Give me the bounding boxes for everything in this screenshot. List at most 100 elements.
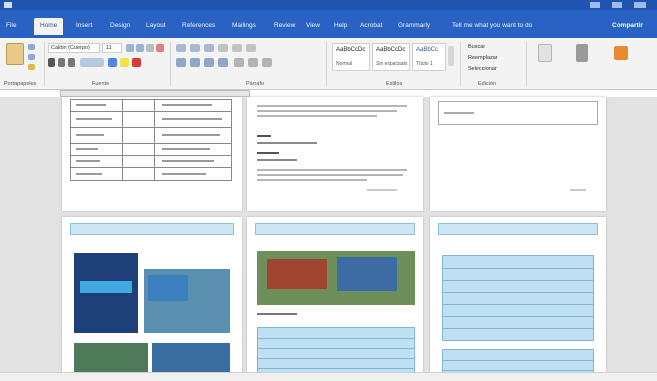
format-painter-icon[interactable] xyxy=(28,64,35,70)
text-line xyxy=(257,110,397,112)
underline-icon[interactable] xyxy=(68,58,75,67)
close-icon[interactable] xyxy=(634,2,646,8)
share-button[interactable]: Compartir xyxy=(612,22,643,29)
justify-icon[interactable] xyxy=(218,58,228,67)
strikethrough-subscript-icons[interactable] xyxy=(80,58,104,67)
align-center-icon[interactable] xyxy=(190,58,200,67)
bullets-icon[interactable] xyxy=(176,44,186,52)
paste-icon[interactable] xyxy=(6,43,24,65)
style-heading-1[interactable]: AaBbCc Título 1 xyxy=(412,43,446,71)
tab-help[interactable]: Help xyxy=(334,22,347,29)
select-button[interactable]: Seleccionar xyxy=(468,66,497,72)
clear-formatting-icon[interactable] xyxy=(156,44,164,52)
shading-icon[interactable] xyxy=(248,58,258,67)
font-name-select[interactable]: Calibri (Cuerpo) xyxy=(48,43,100,53)
tab-design[interactable]: Design xyxy=(110,22,130,29)
text-line xyxy=(76,104,106,106)
page-thumbnail-5[interactable] xyxy=(247,217,423,381)
tab-references[interactable]: References xyxy=(182,22,215,29)
text-line xyxy=(76,160,100,162)
style-heading-label: Título 1 xyxy=(416,61,433,67)
group-label-styles: Estilos xyxy=(386,81,403,87)
decrease-indent-icon[interactable] xyxy=(218,44,228,52)
font-color-icon[interactable] xyxy=(132,58,141,67)
text-line xyxy=(367,189,397,191)
sort-icon[interactable] xyxy=(246,44,256,52)
group-separator xyxy=(326,42,327,86)
replace-button[interactable]: Reemplazar xyxy=(468,55,498,61)
text-line xyxy=(162,173,206,175)
text-line xyxy=(76,148,98,150)
status-bar xyxy=(0,372,657,381)
borders-icon[interactable] xyxy=(262,58,272,67)
tell-me-box[interactable]: Tell me what you want to do xyxy=(452,22,532,29)
tab-grammarly[interactable]: Grammarly xyxy=(398,22,430,29)
group-label-paragraph: Párrafo xyxy=(246,81,265,87)
text-line xyxy=(257,115,377,117)
tab-layout[interactable]: Layout xyxy=(146,22,166,29)
table-divider xyxy=(70,143,232,144)
page-thumbnail-4[interactable] xyxy=(62,217,242,381)
group-label-editing: Edición xyxy=(478,81,497,87)
document-workspace[interactable] xyxy=(0,97,657,381)
text-line xyxy=(257,105,407,107)
text-effects-icon[interactable] xyxy=(108,58,117,67)
numbering-icon[interactable] xyxy=(190,44,200,52)
text-line xyxy=(257,135,271,137)
align-left-icon[interactable] xyxy=(176,58,186,67)
editor-icon[interactable] xyxy=(576,44,588,62)
line-spacing-icon[interactable] xyxy=(234,58,244,67)
photo-detail xyxy=(337,257,397,291)
ribbon-tab-bar: File Home Insert Design Layout Reference… xyxy=(0,10,657,38)
ribbon-home: Portapapeles Calibri (Cuerpo) 11 Fuente … xyxy=(0,38,657,90)
change-case-icon[interactable] xyxy=(146,44,154,52)
text-line xyxy=(76,173,102,175)
align-right-icon[interactable] xyxy=(204,58,214,67)
increase-indent-icon[interactable] xyxy=(232,44,242,52)
page-header-band xyxy=(255,223,415,235)
font-size-value: 11 xyxy=(106,45,112,51)
tab-mailings[interactable]: Mailings xyxy=(232,22,256,29)
text-line xyxy=(76,134,104,136)
bold-icon[interactable] xyxy=(48,58,55,67)
italic-icon[interactable] xyxy=(58,58,65,67)
tab-file[interactable]: File xyxy=(6,22,16,29)
grow-font-icon[interactable] xyxy=(126,44,134,52)
cut-icon[interactable] xyxy=(28,44,35,50)
page-thumbnail-3[interactable] xyxy=(430,97,606,211)
dictate-icon[interactable] xyxy=(538,44,552,62)
highlight-color-icon[interactable] xyxy=(120,58,129,67)
group-label-clipboard: Portapapeles xyxy=(4,81,37,87)
minimize-icon[interactable] xyxy=(590,2,600,8)
multilevel-list-icon[interactable] xyxy=(204,44,214,52)
page-thumbnail-6[interactable] xyxy=(430,217,606,381)
page-thumbnail-2[interactable] xyxy=(247,97,423,211)
text-line xyxy=(162,104,212,106)
table-divider xyxy=(70,155,232,156)
find-button[interactable]: Buscar xyxy=(468,44,485,50)
style-heading-preview: AaBbCc xyxy=(416,47,439,53)
shrink-font-icon[interactable] xyxy=(136,44,144,52)
copy-icon[interactable] xyxy=(28,54,35,60)
text-line xyxy=(76,118,112,120)
style-normal[interactable]: AaBbCcDc Normal xyxy=(332,43,370,71)
horizontal-ruler[interactable] xyxy=(60,90,250,97)
tab-insert[interactable]: Insert xyxy=(76,22,92,29)
tab-acrobat[interactable]: Acrobat xyxy=(360,22,382,29)
tab-review[interactable]: Review xyxy=(274,22,295,29)
style-no-spacing[interactable]: AaBbCcDc Sin espaciado xyxy=(372,43,410,71)
style-normal-label: Normal xyxy=(336,61,353,67)
grammarly-open-icon[interactable] xyxy=(614,46,628,60)
text-line xyxy=(257,179,367,181)
tab-home[interactable]: Home xyxy=(34,18,64,35)
text-line xyxy=(444,112,474,114)
page-thumbnail-1[interactable] xyxy=(62,97,242,211)
maximize-icon[interactable] xyxy=(612,2,622,8)
text-line xyxy=(570,189,586,191)
styles-scroll-icon[interactable] xyxy=(448,46,454,66)
style-no-spacing-label: Sin espaciado xyxy=(376,61,408,67)
font-size-select[interactable]: 11 xyxy=(102,43,122,53)
tab-view[interactable]: View xyxy=(306,22,320,29)
word-logo-icon xyxy=(4,2,12,8)
text-line xyxy=(162,134,220,136)
